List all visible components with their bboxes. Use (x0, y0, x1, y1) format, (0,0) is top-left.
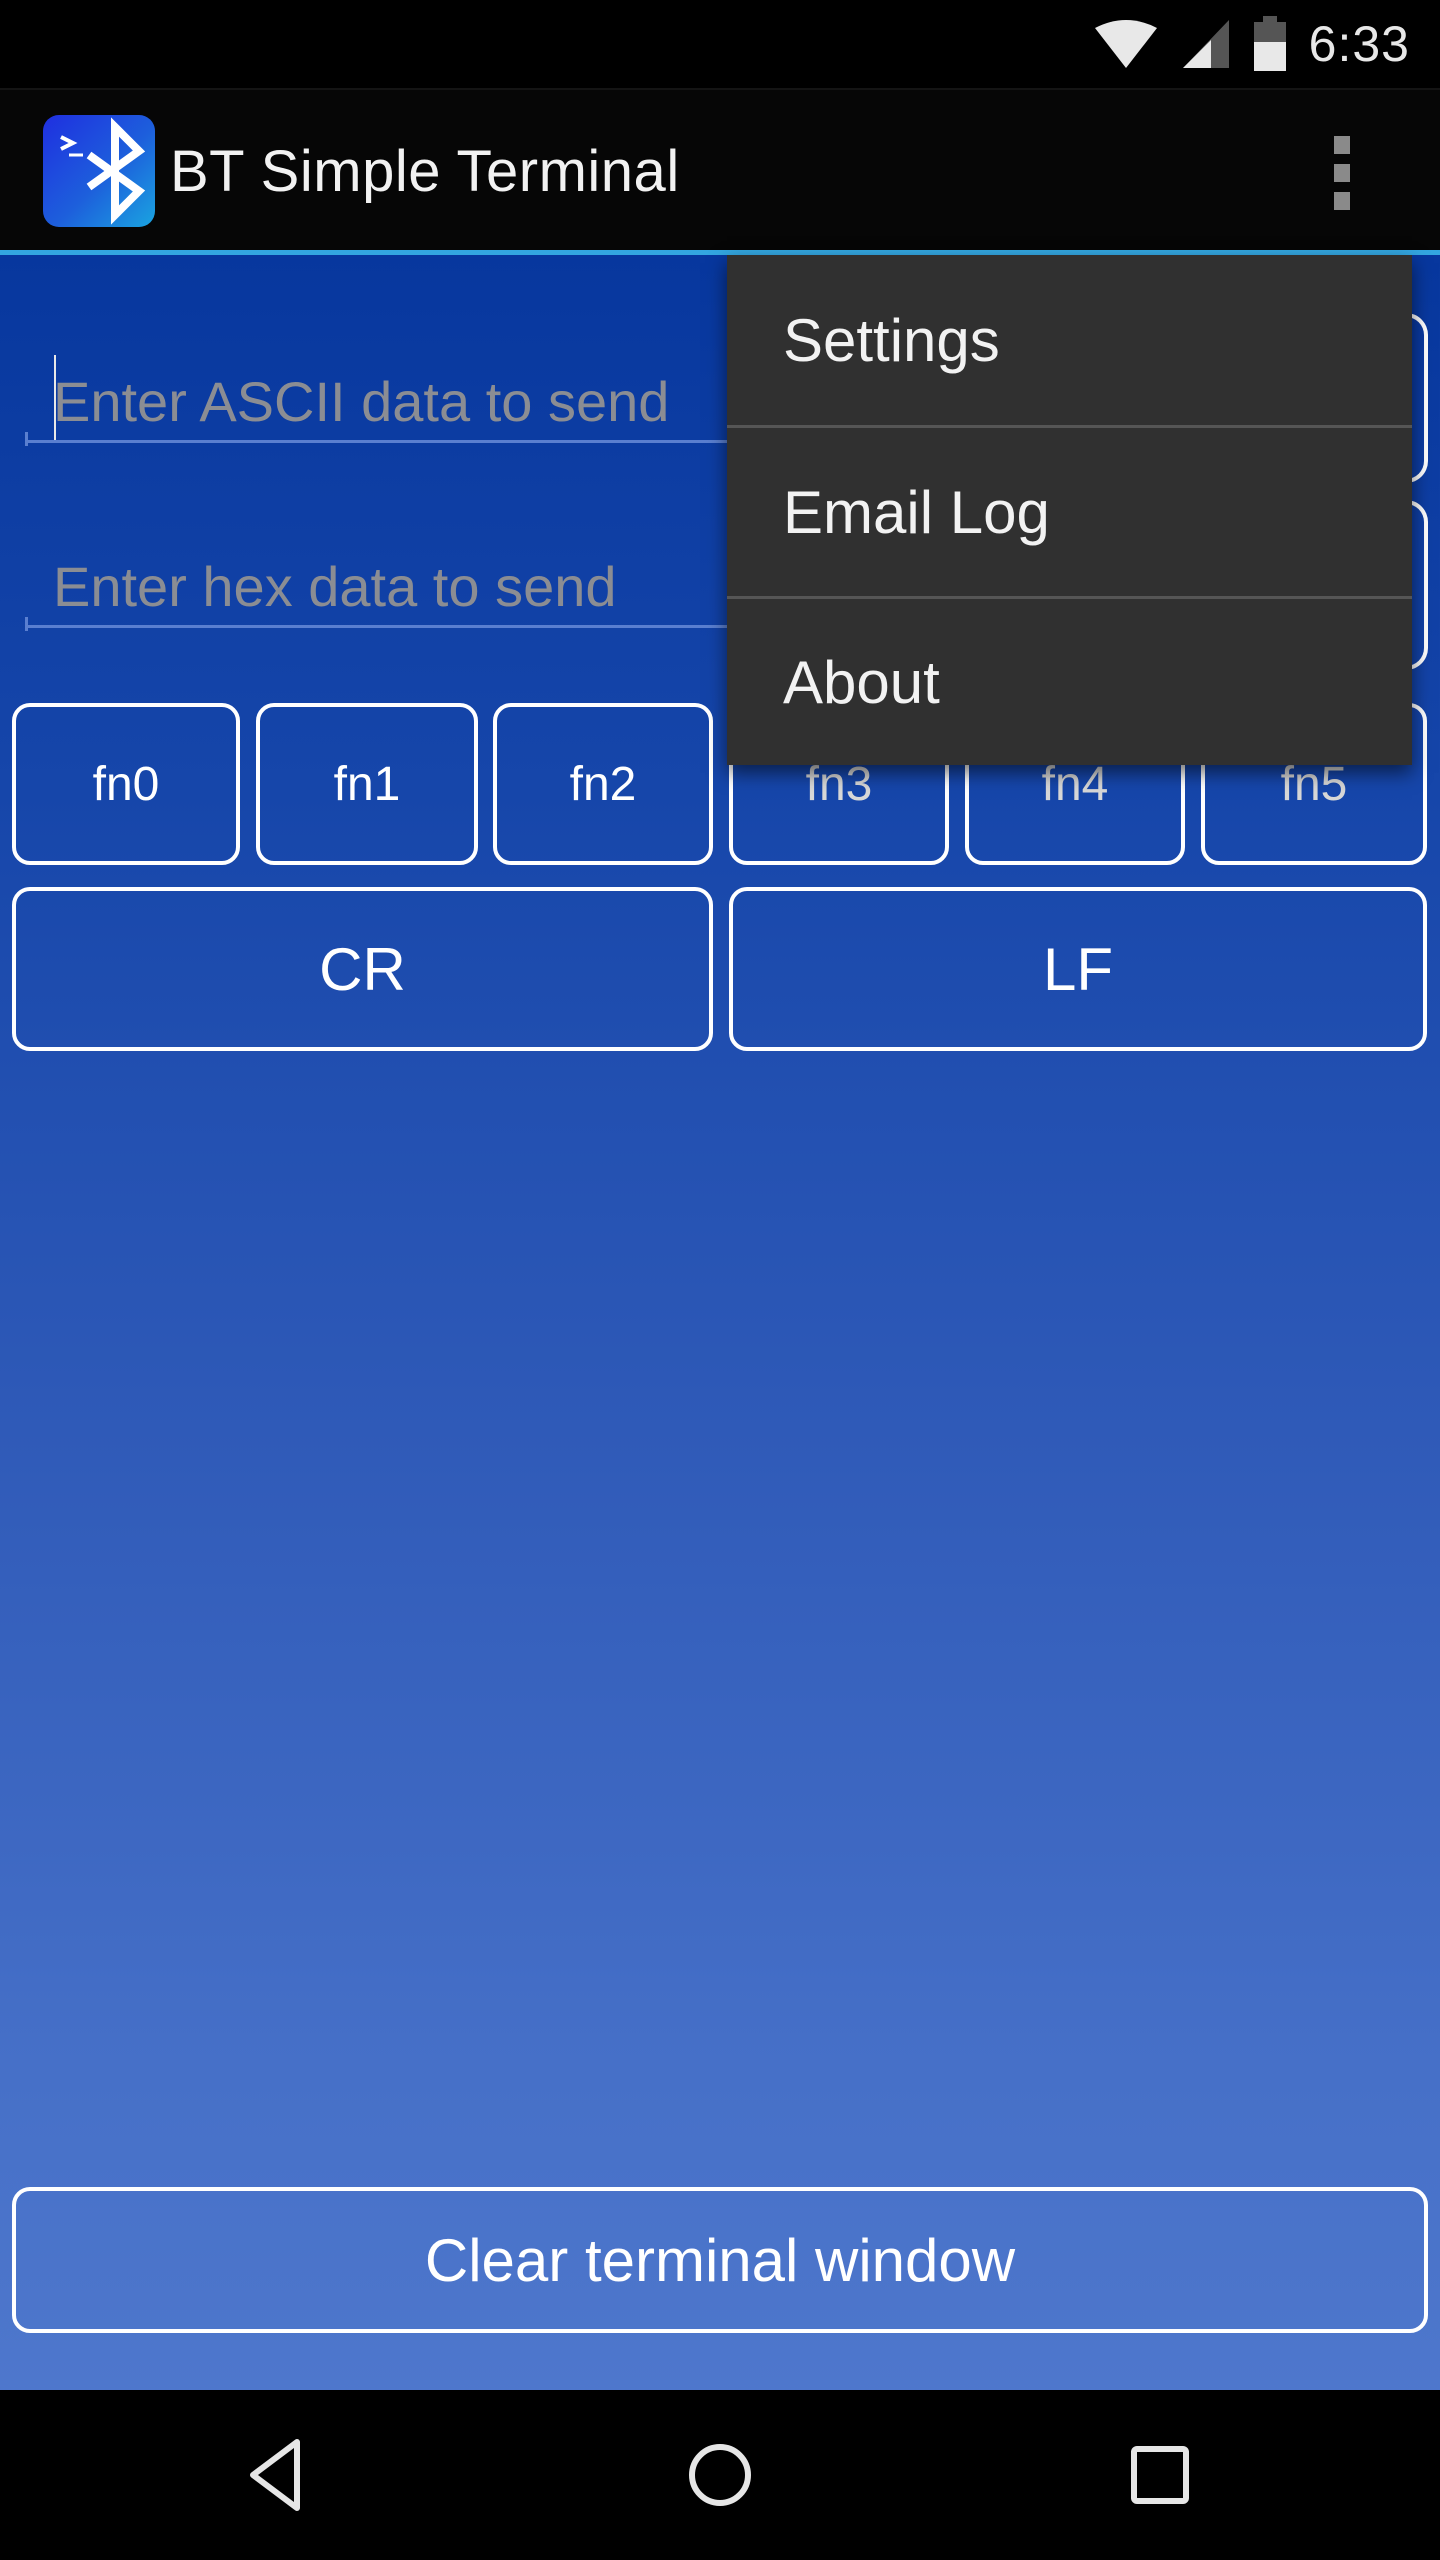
menu-item-email-log[interactable]: Email Log (727, 428, 1412, 596)
lf-button[interactable]: LF (729, 887, 1427, 1051)
home-button[interactable] (670, 2425, 770, 2525)
battery-icon (1253, 16, 1286, 71)
clear-terminal-button[interactable]: Clear terminal window (12, 2187, 1428, 2333)
menu-item-settings[interactable]: Settings (727, 255, 1412, 425)
wifi-icon (1094, 20, 1157, 68)
menu-item-about[interactable]: About (727, 599, 1412, 765)
cell-signal-icon (1182, 20, 1229, 68)
home-icon (689, 2444, 751, 2506)
back-button[interactable] (230, 2425, 330, 2525)
fn0-button[interactable]: fn0 (12, 703, 240, 865)
status-bar: 6:33 (0, 0, 1440, 88)
bluetooth-icon (60, 117, 146, 225)
hex-input-tick (25, 617, 28, 631)
nav-bar (0, 2390, 1440, 2560)
fn2-button[interactable]: fn2 (493, 703, 713, 865)
status-time: 6:33 (1308, 16, 1410, 72)
status-icons: 6:33 (1093, 14, 1410, 74)
more-vert-icon[interactable] (1318, 128, 1366, 218)
recents-button[interactable] (1110, 2425, 1210, 2525)
cr-button[interactable]: CR (12, 887, 713, 1051)
fn1-button[interactable]: fn1 (256, 703, 478, 865)
overflow-menu: Settings Email Log About (727, 255, 1412, 765)
app-title: BT Simple Terminal (170, 139, 680, 204)
back-icon (250, 2439, 300, 2511)
ascii-input-tick (25, 432, 28, 446)
bluetooth-terminal-logo (43, 115, 155, 227)
recents-icon (1131, 2446, 1189, 2504)
